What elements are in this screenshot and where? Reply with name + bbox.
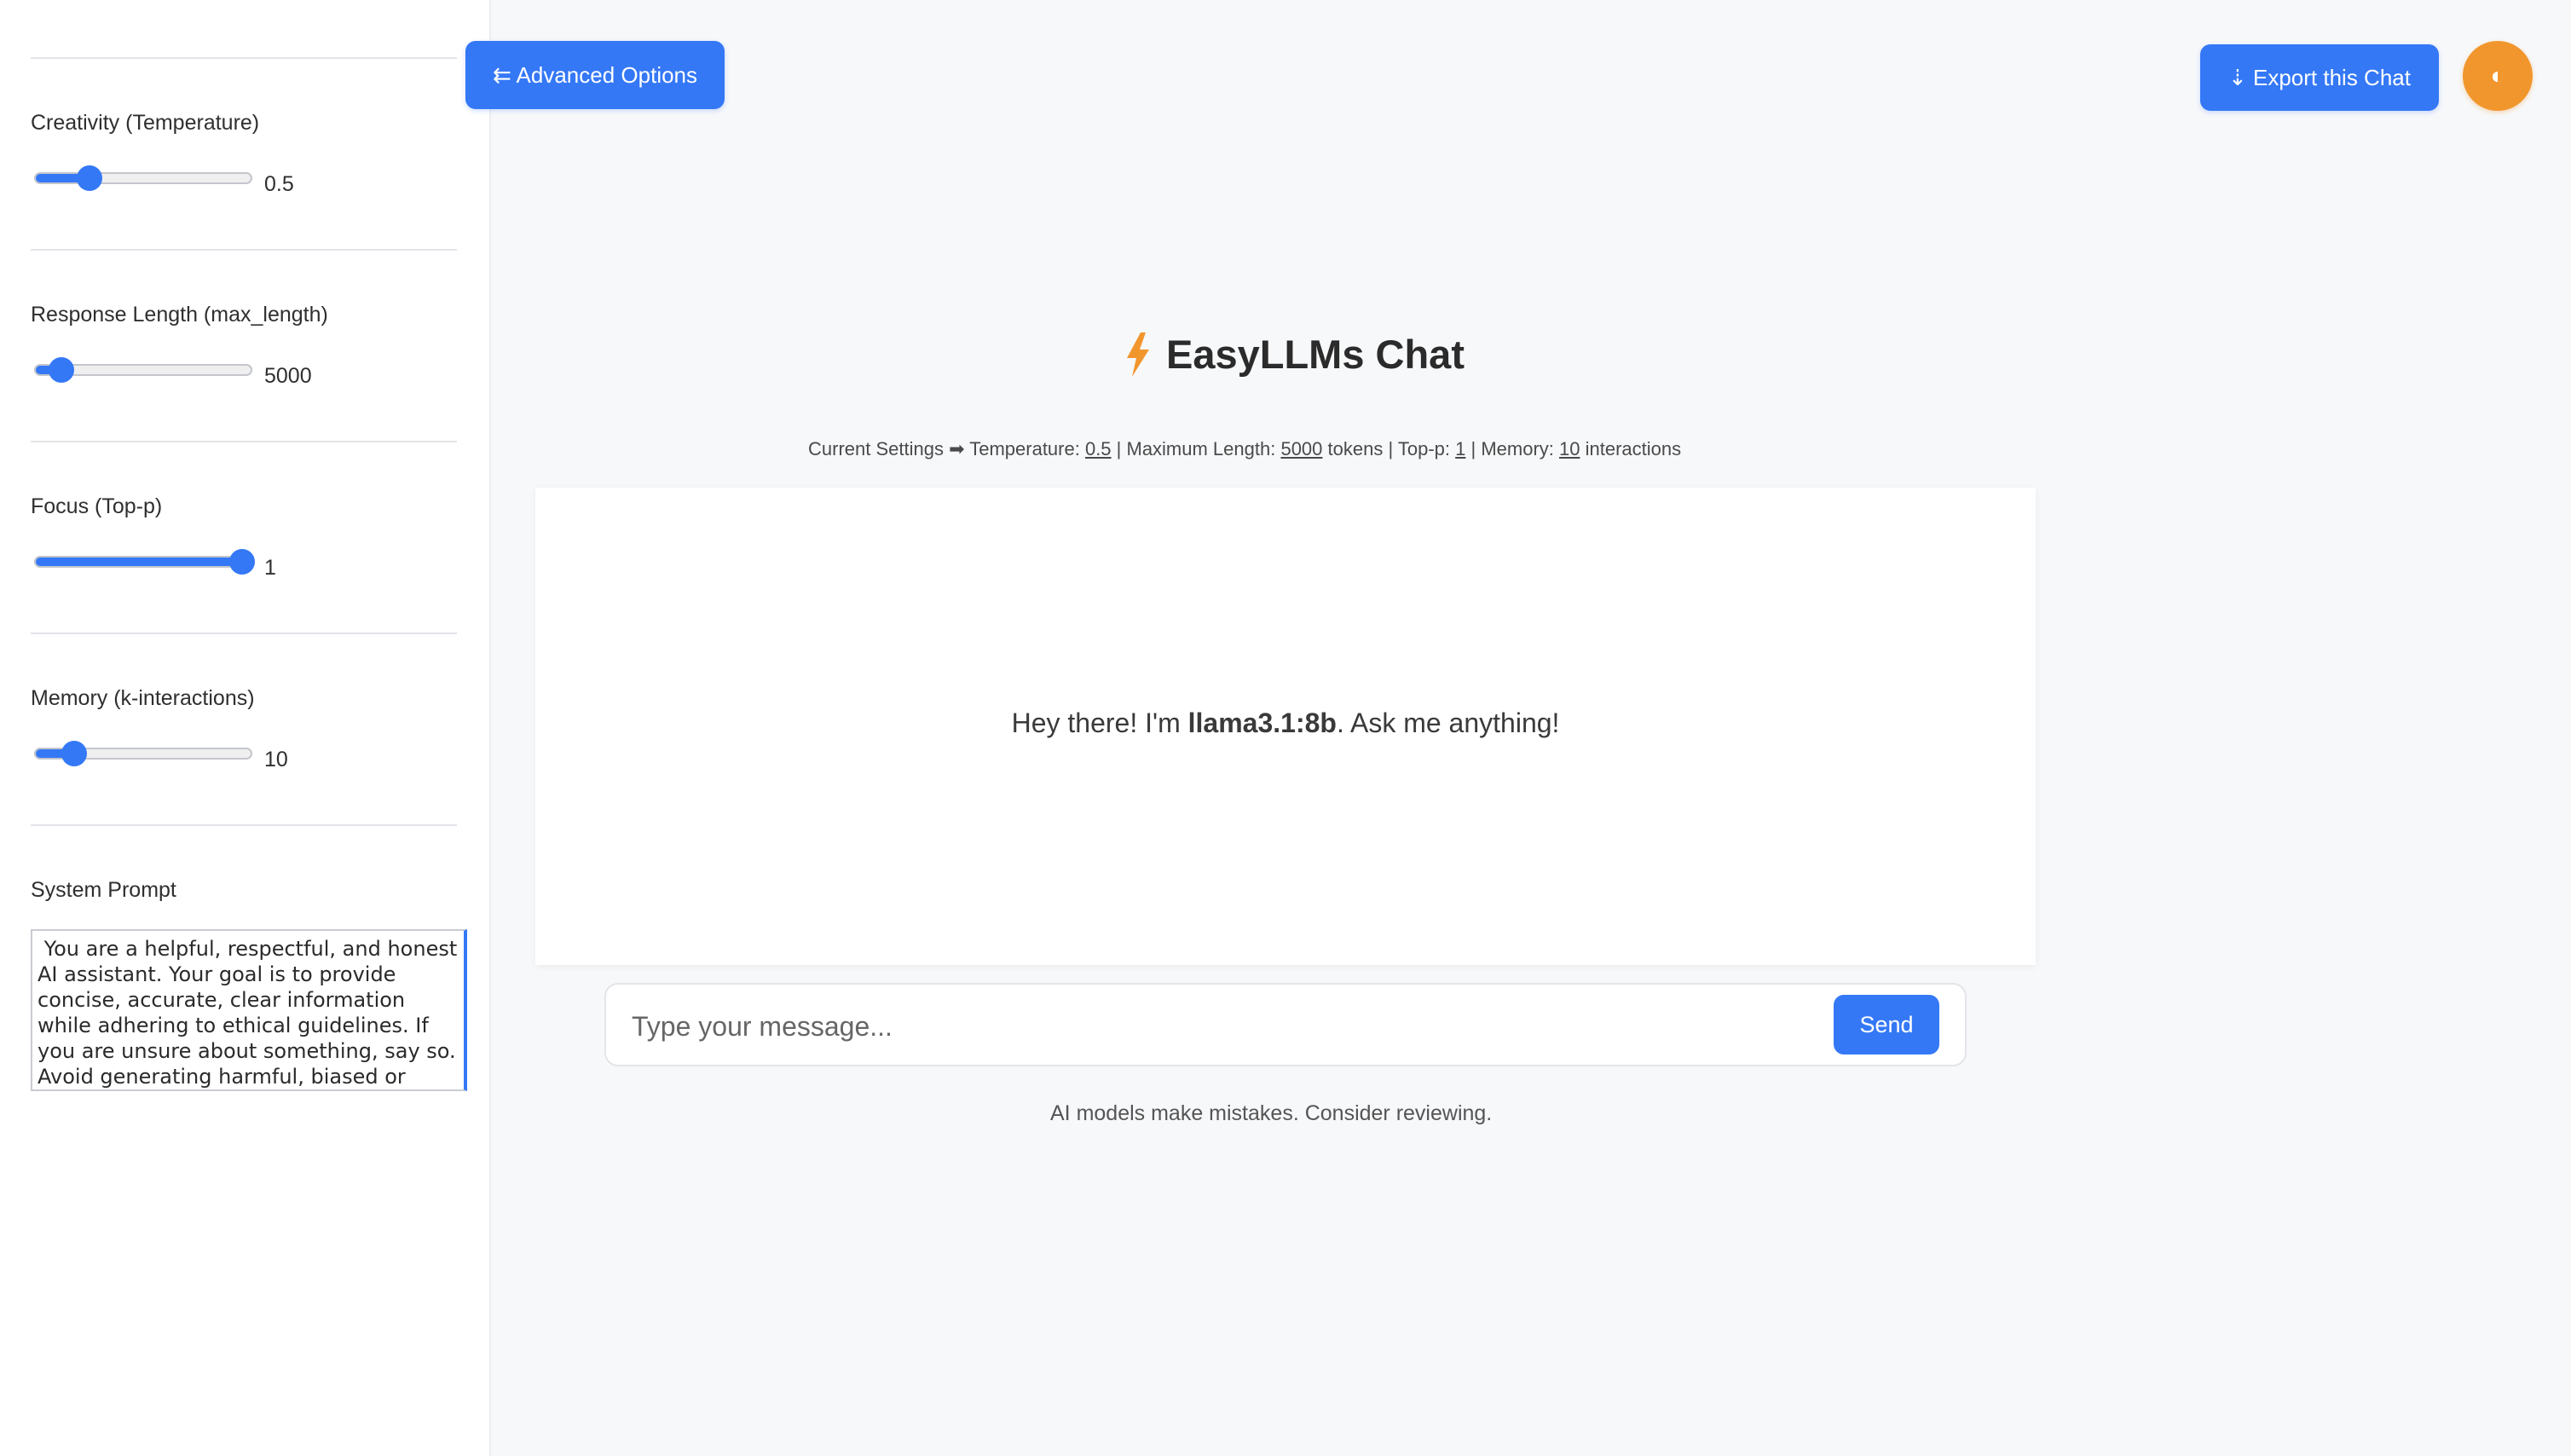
system-prompt-label: System Prompt — [31, 878, 176, 902]
max-length-label: Response Length (max_length) — [31, 303, 328, 326]
top-p-slider-thumb[interactable] — [228, 549, 255, 575]
message-composer: Send — [604, 983, 1967, 1066]
advanced-options-button[interactable]: ⇇ Advanced Options — [465, 41, 725, 109]
page-title: EasyLLMs Chat — [1124, 331, 1465, 378]
message-input[interactable] — [632, 1003, 1740, 1049]
page-title-text: EasyLLMs Chat — [1166, 332, 1465, 377]
chat-messages-panel: Hey there! I'm llama3.1:8b. Ask me anyth… — [535, 488, 2036, 965]
divider — [31, 249, 457, 251]
app-root: Creativity (Temperature) 0.5 Response Le… — [0, 0, 2571, 1456]
max-length-slider-thumb[interactable] — [49, 357, 75, 383]
divider — [31, 57, 457, 59]
lightning-bolt-icon — [1127, 332, 1149, 377]
temperature-label: Creativity (Temperature) — [31, 111, 260, 135]
temperature-slider[interactable] — [34, 165, 252, 191]
divider — [31, 441, 457, 442]
model-name: llama3.1:8b — [1187, 708, 1337, 738]
settings-tokens-label: tokens | Top-p: — [1322, 438, 1456, 459]
top-p-value: 1 — [264, 556, 276, 580]
top-p-label: Focus (Top-p) — [31, 494, 163, 518]
memory-slider-thumb[interactable] — [61, 741, 88, 766]
disclaimer-text: AI models make mistakes. Consider review… — [1050, 1101, 1493, 1125]
settings-interactions-label: interactions — [1580, 438, 1682, 459]
settings-temperature: 0.5 — [1084, 438, 1112, 459]
send-button[interactable]: Send — [1834, 995, 1939, 1054]
divider — [31, 824, 457, 826]
top-p-slider-fill — [36, 558, 251, 566]
export-chat-button[interactable]: ⇣ Export this Chat — [2200, 44, 2439, 111]
advanced-options-sidebar: Creativity (Temperature) 0.5 Response Le… — [0, 0, 491, 1456]
top-p-slider[interactable] — [34, 549, 255, 575]
welcome-message: Hey there! I'm llama3.1:8b. Ask me anyth… — [535, 708, 2036, 739]
welcome-text-after: . Ask me anything! — [1336, 708, 1560, 738]
welcome-text-before: Hey there! I'm — [1011, 708, 1188, 738]
memory-value: 10 — [264, 748, 288, 771]
settings-memory: 10 — [1559, 438, 1580, 459]
max-length-value: 5000 — [264, 364, 312, 388]
settings-max-length-label: | Maximum Length: — [1111, 438, 1281, 459]
divider — [31, 633, 457, 634]
settings-top-p: 1 — [1455, 438, 1466, 459]
theme-toggle-button[interactable]: ◐ — [2463, 41, 2533, 111]
temperature-value: 0.5 — [264, 172, 294, 196]
settings-prefix: Current Settings ➡ Temperature: — [808, 438, 1085, 459]
memory-label: Memory (k-interactions) — [31, 686, 255, 710]
max-length-slider[interactable] — [34, 357, 252, 383]
temperature-slider-thumb[interactable] — [77, 165, 102, 191]
current-settings-summary: Current Settings ➡ Temperature: 0.5 | Ma… — [808, 438, 1681, 460]
memory-slider[interactable] — [34, 741, 252, 766]
settings-memory-label: | Memory: — [1465, 438, 1560, 459]
system-prompt-textarea[interactable]: You are a helpful, respectful, and hones… — [31, 929, 467, 1091]
contrast-icon: ◐ — [2490, 62, 2505, 89]
settings-max-length: 5000 — [1280, 438, 1323, 459]
